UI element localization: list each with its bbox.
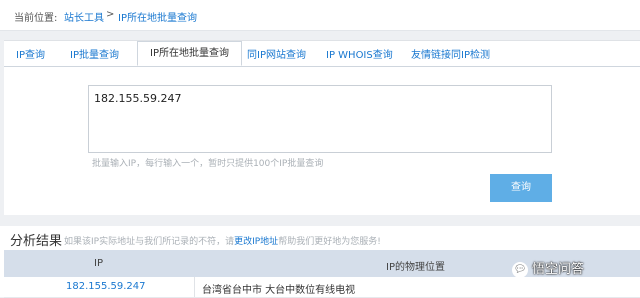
query-panel: IP查询 IP批量查询 IP所在地批量查询 同IP网站查询 IP WHOIS查询…: [4, 40, 640, 215]
tab-ip-query[interactable]: IP查询: [16, 46, 45, 61]
result-note: 如果该IP实际地址与我们所记录的不符，请更改IP地址帮助我们更好地为您服务!: [64, 234, 381, 247]
change-ip-link[interactable]: 更改IP地址: [234, 237, 278, 247]
breadcrumb-separator: >: [106, 9, 115, 20]
table-row: 182.155.59.247 台湾省台中市 大台中数位有线电视: [4, 277, 640, 298]
tab-friend-link-same-ip[interactable]: 友情链接同IP检测: [411, 46, 490, 61]
result-title: 分析结果: [10, 234, 63, 249]
watermark-text: 悟空问答: [532, 262, 585, 277]
watermark: 💬︎ 悟空问答: [512, 258, 584, 278]
tab-ip-location-batch-query[interactable]: IP所在地批量查询: [137, 41, 242, 66]
row-location: 台湾省台中市 大台中数位有线电视: [202, 285, 356, 296]
column-header-location: IP的物理位置: [386, 262, 445, 273]
tab-ip-batch-query[interactable]: IP批量查询: [70, 46, 119, 61]
chat-bubble-icon: 💬︎: [512, 261, 528, 278]
breadcrumb-link-tools[interactable]: 站长工具: [64, 9, 104, 24]
column-divider: [194, 277, 195, 297]
breadcrumb: 当前位置: 站长工具 > IP所在地批量查询: [0, 0, 640, 31]
row-ip[interactable]: 182.155.59.247: [66, 281, 146, 292]
tab-same-ip-sites[interactable]: 同IP网站查询: [247, 46, 306, 61]
result-note-before: 如果该IP实际地址与我们所记录的不符，请: [64, 237, 235, 247]
result-note-after: 帮助我们更好地为您服务!: [278, 237, 381, 247]
tab-ip-whois[interactable]: IP WHOIS查询: [326, 46, 393, 61]
tab-bar: IP查询 IP批量查询 IP所在地批量查询 同IP网站查询 IP WHOIS查询…: [4, 41, 640, 67]
breadcrumb-current[interactable]: IP所在地批量查询: [118, 9, 197, 24]
query-button[interactable]: 查询: [490, 174, 552, 202]
input-hint: 批量输入IP，每行输入一个，暂时只提供100个IP批量查询: [92, 159, 324, 169]
ip-input-textarea[interactable]: 182.155.59.247: [88, 85, 552, 153]
column-header-ip: IP: [94, 258, 103, 269]
breadcrumb-label: 当前位置:: [14, 13, 58, 24]
